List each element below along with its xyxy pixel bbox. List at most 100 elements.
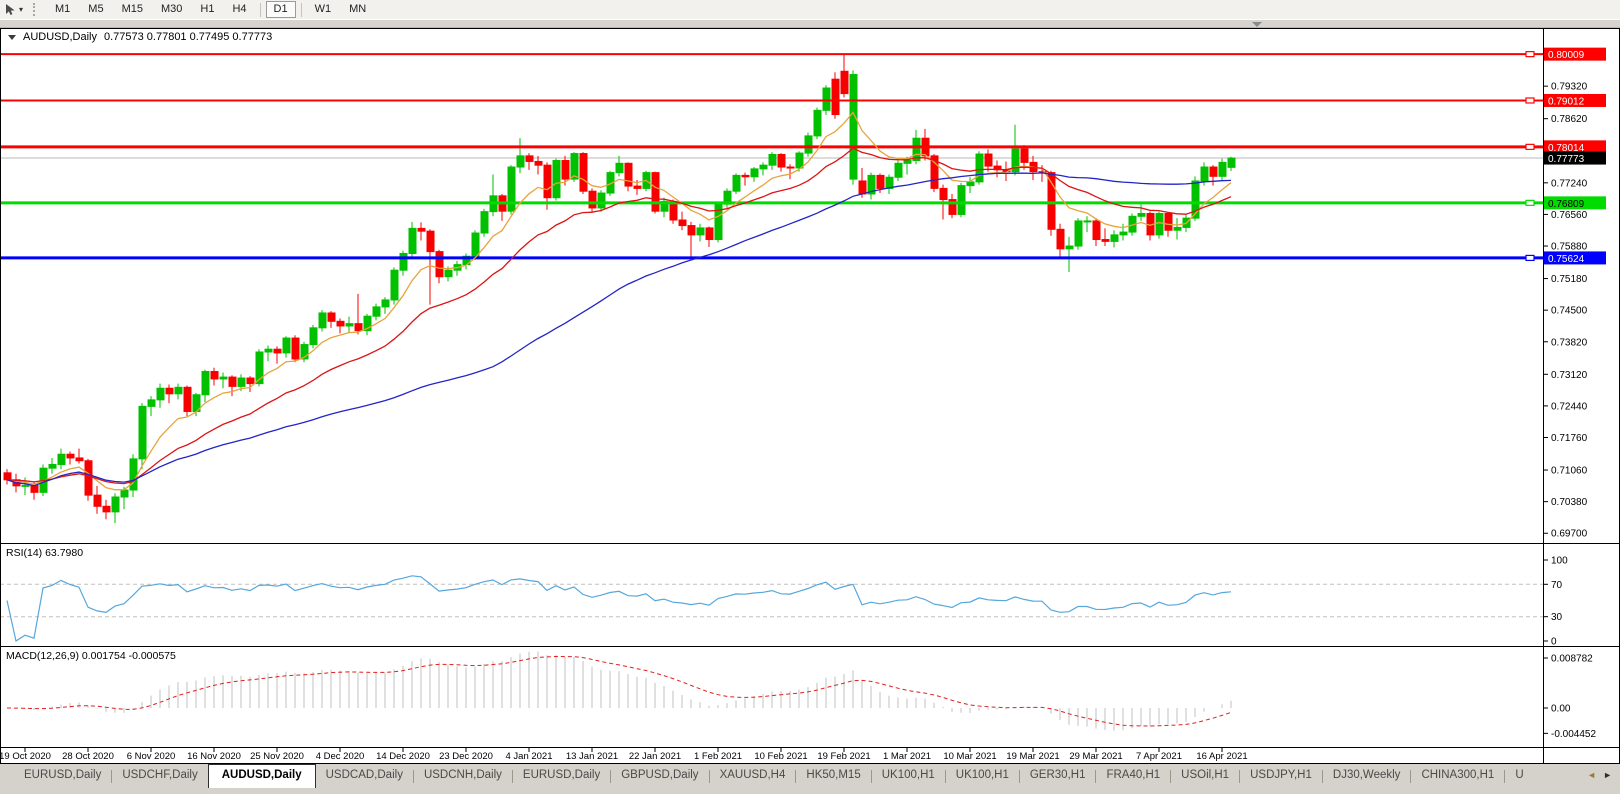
date-axis-label: 19 Mar 2021 [1006, 751, 1059, 762]
chart-symbol-label: AUDUSD,Daily [23, 31, 97, 43]
candle-body [1119, 231, 1128, 236]
symbol-tab-dj30-weekly[interactable]: DJ30,Weekly [1323, 764, 1411, 786]
timeframe-button-d1[interactable]: D1 [265, 1, 296, 18]
timeframe-button-m1[interactable]: M1 [47, 1, 78, 18]
timeframe-button-h4[interactable]: H4 [224, 1, 254, 18]
timeframe-button-h1[interactable]: H1 [192, 1, 222, 18]
candle-body [732, 174, 741, 192]
symbol-tab-china300-h1[interactable]: CHINA300,H1 [1411, 764, 1504, 786]
candle-body [444, 269, 453, 278]
candle-body [1047, 172, 1056, 230]
candle-body [390, 269, 399, 301]
timeframe-button-m5[interactable]: M5 [80, 1, 111, 18]
rsi-line [6, 575, 1232, 642]
candle-body [633, 185, 642, 189]
candle-body [345, 323, 354, 327]
price-axis-label: 0.73820 [1551, 337, 1588, 348]
candle-body [174, 386, 183, 395]
candle-body [156, 387, 165, 401]
rsi-axis-label: 0 [1551, 637, 1557, 648]
hline-handle[interactable] [1525, 199, 1535, 206]
candle-body [687, 225, 696, 236]
tab-scroll-left-icon[interactable]: ◄ [1587, 771, 1596, 780]
candle-body [336, 320, 345, 327]
candle-body [840, 70, 849, 95]
symbol-tab-uk100-h1[interactable]: UK100,H1 [872, 764, 945, 786]
candle-body [264, 348, 273, 353]
candle-body [30, 484, 39, 493]
symbol-tab-xauusd-h4[interactable]: XAUUSD,H4 [710, 764, 796, 786]
symbol-tab-eurusd-daily[interactable]: EURUSD,Daily [513, 764, 610, 786]
panel-collapse-handle[interactable] [1252, 22, 1262, 27]
timeframe-button-m15[interactable]: M15 [114, 1, 151, 18]
timeframe-button-mn[interactable]: MN [341, 1, 374, 18]
candle-body [147, 399, 156, 407]
chart-ohlc-values: 0.77573 0.77801 0.77495 0.77773 [103, 31, 273, 43]
price-tag-label: 0.80009 [1548, 50, 1585, 61]
price-chart-canvas[interactable]: 0.79320 0.78620 0.77240 0.76560 0.75880 0.751… [0, 0, 1620, 794]
candle-body [1173, 226, 1182, 231]
candle-body [588, 190, 597, 209]
candle-body [678, 219, 687, 227]
symbol-tab-audusd-daily[interactable]: AUDUSD,Daily [207, 764, 316, 788]
candle-body [246, 377, 255, 385]
symbol-tab-u[interactable]: U [1505, 764, 1533, 786]
candle-body [1155, 213, 1164, 236]
symbol-tab-hk50-m15[interactable]: HK50,M15 [796, 764, 870, 786]
symbol-tab-ger30-h1[interactable]: GER30,H1 [1020, 764, 1096, 786]
hline-handle[interactable] [1525, 254, 1535, 262]
timeframe-button-w1[interactable]: W1 [307, 1, 340, 18]
toolbar-grip-handle[interactable] [33, 3, 39, 16]
symbol-tab-usdcnh-daily[interactable]: USDCNH,Daily [414, 764, 512, 786]
candle-body [1056, 228, 1065, 250]
chart-cursor-tool-button[interactable]: ▾ [0, 1, 27, 18]
candle-body [831, 78, 840, 116]
candle-body [273, 348, 282, 354]
macd-axis-label: 0.00 [1551, 704, 1571, 715]
candle-body [822, 87, 831, 111]
candle-body [48, 463, 57, 469]
date-axis-label: 13 Jan 2021 [566, 751, 618, 762]
hline-handle[interactable] [1525, 143, 1535, 150]
candle-body [534, 160, 543, 166]
timeframe-buttons: M1 M5 M15 M30 H1 H4 D1 W1 MN [46, 1, 375, 18]
price-axis-label: 0.76560 [1551, 210, 1588, 221]
price-tag-label: 0.75624 [1548, 254, 1585, 265]
symbol-tab-gbpusd-daily[interactable]: GBPUSD,Daily [611, 764, 708, 786]
symbol-tab-usoil-h1[interactable]: USOil,H1 [1171, 764, 1239, 786]
price-axis-label: 0.74500 [1551, 306, 1588, 317]
timeframe-button-m30[interactable]: M30 [153, 1, 190, 18]
tab-scroll-right-icon[interactable]: ► [1603, 771, 1612, 780]
candle-body [615, 162, 624, 174]
candle-body [3, 472, 12, 481]
candle-body [102, 505, 111, 513]
chart-cursor-icon [6, 4, 15, 15]
macd-indicator-label: MACD(12,26,9) 0.001754 -0.000575 [6, 650, 176, 662]
symbol-tab-eurusd-daily[interactable]: EURUSD,Daily [14, 764, 111, 786]
chevron-down-icon: ▾ [19, 5, 24, 14]
window-divider [0, 19, 1620, 28]
candle-body [624, 162, 633, 187]
hline-handle[interactable] [1525, 97, 1535, 104]
date-axis-label: 6 Nov 2020 [127, 751, 176, 762]
candle-body [84, 460, 93, 496]
rsi-indicator-label: RSI(14) 63.7980 [6, 547, 84, 559]
macd-axis-label: -0.004452 [1551, 729, 1596, 740]
candle-body [858, 180, 867, 195]
candle-body [1074, 220, 1083, 247]
symbol-tab-usdjpy-h1[interactable]: USDJPY,H1 [1240, 764, 1322, 786]
date-axis-label: 19 Feb 2021 [817, 751, 870, 762]
hline-handle[interactable] [1525, 51, 1535, 58]
symbol-tab-usdcad-daily[interactable]: USDCAD,Daily [316, 764, 413, 786]
price-axis-label: 0.78620 [1551, 114, 1588, 125]
symbol-tab-usdchf-daily[interactable]: USDCHF,Daily [112, 764, 207, 786]
symbol-tab-fra40-h1[interactable]: FRA40,H1 [1096, 764, 1170, 786]
symbol-tab-uk100-h1[interactable]: UK100,H1 [946, 764, 1019, 786]
candle-body [435, 251, 444, 278]
candle-body [966, 181, 975, 187]
candle-body [1218, 161, 1227, 177]
candle-body [570, 153, 579, 180]
symbol-dropdown-icon[interactable] [8, 34, 16, 40]
candle-body [93, 494, 102, 507]
candle-body [561, 160, 570, 180]
